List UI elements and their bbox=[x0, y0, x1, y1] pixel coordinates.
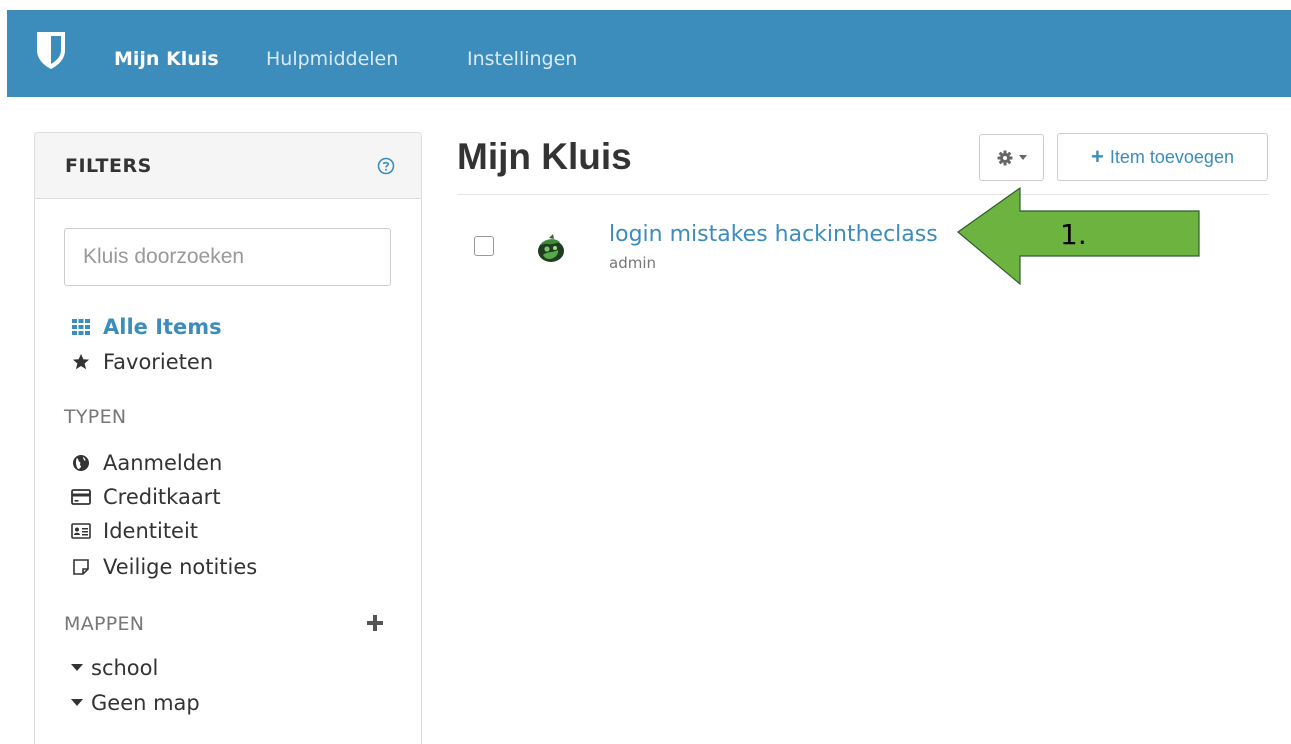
plus-icon[interactable] bbox=[365, 613, 385, 633]
filter-all-items[interactable]: Alle Items bbox=[71, 313, 222, 341]
folder-no-folder-label: Geen map bbox=[91, 691, 200, 715]
add-item-button[interactable]: + Item toevoegen bbox=[1057, 133, 1268, 181]
sticky-note-icon bbox=[71, 557, 91, 577]
vault-search-input[interactable] bbox=[64, 228, 391, 286]
nav-link-mijn-kluis[interactable]: Mijn Kluis bbox=[114, 46, 219, 72]
star-icon bbox=[71, 352, 91, 372]
filter-type-login[interactable]: Aanmelden bbox=[71, 449, 222, 477]
shield-icon[interactable] bbox=[35, 30, 67, 70]
filter-type-secure-note[interactable]: Veilige notities bbox=[71, 553, 257, 581]
vault-options-button[interactable] bbox=[979, 134, 1044, 181]
item-username: admin bbox=[609, 254, 656, 272]
filter-type-card-label: Creditkaart bbox=[103, 485, 221, 509]
folder-school[interactable]: school bbox=[71, 654, 158, 682]
site-favicon-icon bbox=[538, 234, 564, 262]
filter-favorites-label: Favorieten bbox=[103, 350, 214, 374]
globe-icon bbox=[71, 453, 91, 473]
id-card-icon bbox=[71, 521, 91, 541]
folders-heading: MAPPEN bbox=[64, 613, 145, 635]
filters-header: FILTERS bbox=[35, 133, 421, 199]
plus-icon: + bbox=[1091, 144, 1104, 169]
caret-down-icon bbox=[1018, 155, 1027, 160]
annotation-label: 1. bbox=[1060, 218, 1087, 251]
top-navbar: Mijn Kluis Hulpmiddelen Instellingen bbox=[7, 10, 1291, 97]
nav-link-instellingen[interactable]: Instellingen bbox=[467, 46, 577, 72]
filter-type-secure-note-label: Veilige notities bbox=[103, 555, 258, 579]
page-title: Mijn Kluis bbox=[457, 136, 632, 177]
nav-link-hulpmiddelen[interactable]: Hulpmiddelen bbox=[266, 46, 398, 72]
item-name-link[interactable]: login mistakes hackintheclass bbox=[609, 222, 938, 247]
credit-card-icon bbox=[71, 487, 91, 507]
filters-panel: FILTERS Alle Items Favorieten TYPEN bbox=[34, 132, 422, 744]
types-heading: TYPEN bbox=[64, 406, 127, 428]
item-select-checkbox[interactable] bbox=[474, 236, 494, 256]
filter-type-identity-label: Identiteit bbox=[103, 519, 199, 543]
filter-type-identity[interactable]: Identiteit bbox=[71, 517, 198, 545]
filters-title: FILTERS bbox=[65, 155, 152, 177]
caret-down-icon bbox=[71, 658, 83, 678]
gear-icon bbox=[997, 150, 1012, 165]
question-circle-icon[interactable] bbox=[377, 157, 395, 175]
add-item-label: Item toevoegen bbox=[1109, 146, 1234, 167]
folder-no-folder[interactable]: Geen map bbox=[71, 689, 200, 717]
filter-favorites[interactable]: Favorieten bbox=[71, 348, 213, 376]
caret-down-icon bbox=[71, 693, 83, 713]
grid-icon bbox=[71, 317, 91, 337]
folder-school-label: school bbox=[91, 656, 159, 680]
filter-type-card[interactable]: Creditkaart bbox=[71, 483, 221, 511]
filter-type-login-label: Aanmelden bbox=[103, 451, 223, 475]
filter-all-items-label: Alle Items bbox=[103, 315, 222, 339]
